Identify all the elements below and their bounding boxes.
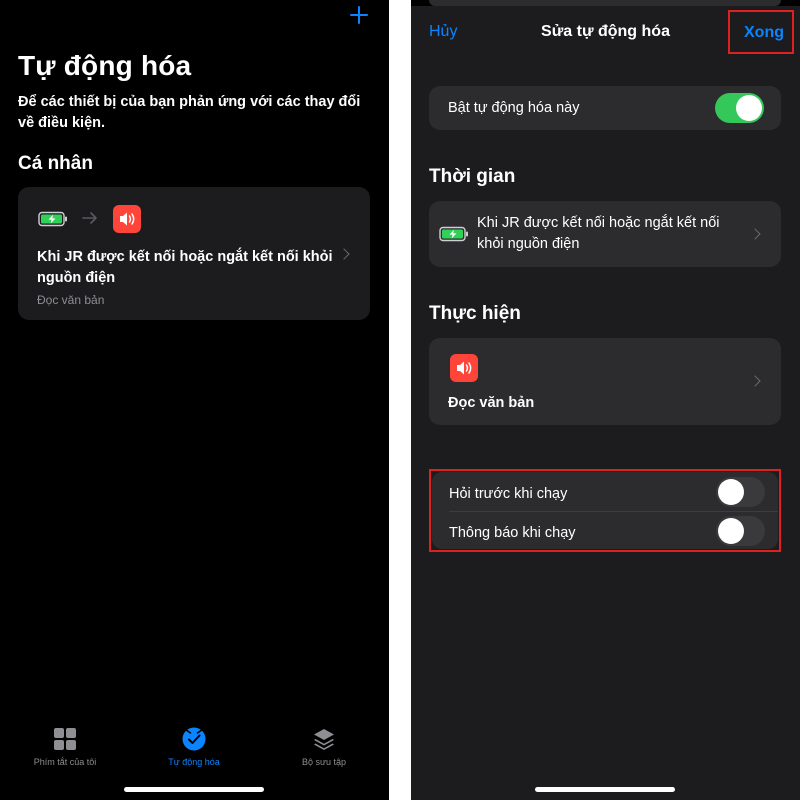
notify-when-run-toggle[interactable] — [716, 516, 765, 546]
clock-check-icon — [182, 727, 206, 751]
trigger-description: Khi JR được kết nối hoặc ngắt kết nối kh… — [477, 215, 720, 252]
enable-automation-label: Bật tự động hóa này — [448, 100, 580, 116]
enable-automation-row: Bật tự động hóa này — [429, 86, 781, 130]
section-title-action: Thực hiện — [429, 303, 521, 324]
section-title-time: Thời gian — [429, 166, 516, 187]
enable-automation-toggle[interactable] — [715, 93, 764, 123]
speaker-icon — [113, 205, 141, 233]
grid-icon — [54, 728, 76, 750]
done-highlight-box: Xong — [728, 10, 794, 54]
tab-label: Bộ sưu tập — [301, 757, 347, 767]
options-highlight-box: Hỏi trước khi chạy Thông báo khi chạy — [429, 469, 781, 552]
page-title: Tự động hóa — [18, 50, 192, 81]
run-options-group: Hỏi trước khi chạy Thông báo khi chạy — [432, 472, 778, 549]
automation-card-subtitle: Đọc văn bản — [37, 293, 105, 307]
automation-card-title: Khi JR được kết nối hoặc ngắt kết nối kh… — [37, 249, 333, 286]
battery-charging-icon — [38, 211, 67, 227]
toggle-knob — [718, 479, 744, 505]
toggle-knob — [718, 518, 744, 544]
section-title-personal: Cá nhân — [18, 153, 93, 174]
automation-card[interactable]: Khi JR được kết nối hoặc ngắt kết nối kh… — [18, 187, 370, 320]
arrow-right-icon — [82, 212, 97, 224]
chevron-right-icon — [749, 375, 761, 387]
trigger-row[interactable]: Khi JR được kết nối hoặc ngắt kết nối kh… — [429, 201, 781, 267]
chevron-right-icon — [749, 228, 761, 240]
automation-list-screen: Tự động hóa Để các thiết bị của bạn phản… — [0, 0, 389, 800]
edit-automation-sheet: Hủy Sửa tự động hóa Xong Bật tự động hóa… — [411, 0, 800, 800]
ask-before-running-label: Hỏi trước khi chạy — [449, 486, 568, 502]
toggle-knob — [736, 95, 762, 121]
chevron-right-icon — [338, 248, 350, 260]
sheet-top-edge — [411, 0, 800, 6]
layers-icon — [314, 729, 334, 750]
tab-label: Tự động hóa — [168, 757, 220, 767]
action-row[interactable]: Đọc văn bản — [429, 338, 781, 425]
battery-charging-icon — [439, 226, 468, 242]
tab-label: Phím tắt của tôi — [33, 757, 97, 767]
home-indicator — [535, 787, 675, 792]
notify-when-run-label: Thông báo khi chạy — [449, 525, 576, 541]
notify-when-run-row: Thông báo khi chạy — [432, 513, 778, 551]
ask-before-running-toggle[interactable] — [716, 477, 765, 507]
ask-before-running-row: Hỏi trước khi chạy — [432, 474, 778, 512]
done-button[interactable]: Xong — [744, 24, 784, 42]
add-automation-button[interactable] — [348, 4, 370, 26]
panel-divider — [389, 0, 411, 800]
page-description: Để các thiết bị của bạn phản ứng với các… — [18, 94, 361, 131]
row-separator — [449, 511, 778, 512]
speaker-icon — [450, 354, 478, 382]
home-indicator — [124, 787, 264, 792]
action-label: Đọc văn bản — [448, 395, 535, 411]
